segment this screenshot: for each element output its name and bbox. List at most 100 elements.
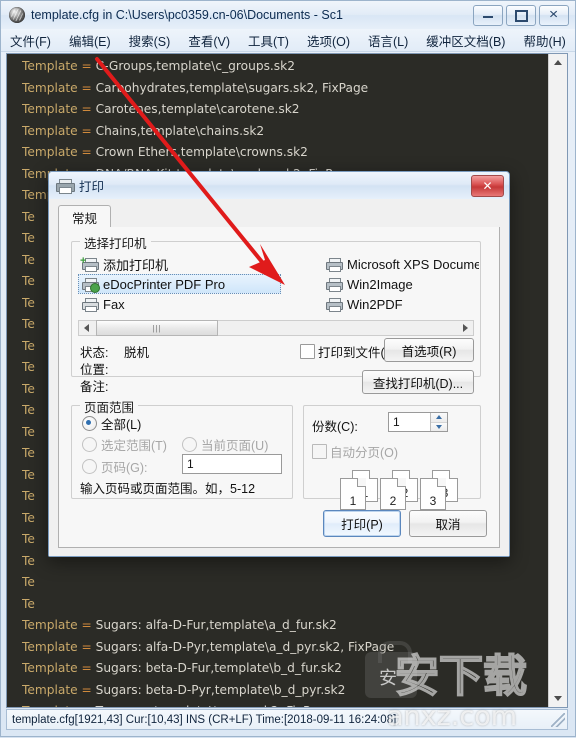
printer-item-edocprinter[interactable]: eDocPrinter PDF Pro: [78, 274, 281, 294]
pages-input[interactable]: 1: [182, 454, 282, 474]
tab-general[interactable]: 常规: [58, 205, 112, 229]
printer-item-label: Win2PDF: [347, 296, 403, 312]
menu-options[interactable]: 选项(O): [298, 29, 359, 52]
printer-icon: [325, 297, 343, 312]
collate-sheet: 2: [380, 478, 406, 510]
cancel-button[interactable]: 取消: [409, 510, 487, 537]
collate-page-pair-1: 1 1: [340, 470, 380, 510]
print-dialog-actions: 打印(P) 取消: [323, 510, 487, 537]
copies-decrement[interactable]: [431, 422, 447, 431]
status-bar: template.cfg[1921,43] Cur:[10,43] INS (C…: [6, 709, 568, 730]
collate-checkbox[interactable]: [312, 444, 327, 459]
collate-page-pair-2: 2 2: [380, 470, 420, 510]
status-text: template.cfg[1921,43] Cur:[10,43] INS (C…: [12, 713, 397, 726]
print-dialog-body: 常规 选择打印机 + 添加打印机 eDocPrinter PDF Pro Fax…: [49, 199, 509, 556]
menu-tools[interactable]: 工具(T): [239, 29, 298, 52]
menu-view[interactable]: 查看(V): [179, 29, 239, 52]
scrollbar-thumb[interactable]: |||: [96, 320, 218, 336]
editor-line: Template = Sugars: beta-D-Fur,template\b…: [22, 661, 342, 675]
radio-all[interactable]: [82, 416, 97, 431]
copies-group: 份数(C): 1 自动分页(O) 1 1: [303, 405, 481, 510]
preferences-button[interactable]: 首选项(R): [384, 338, 474, 362]
editor-vertical-scrollbar[interactable]: [548, 54, 567, 707]
printer-icon: [325, 257, 343, 272]
window-title: template.cfg in C:\Users\pc0359.cn-06\Do…: [31, 8, 343, 22]
main-window: template.cfg in C:\Users\pc0359.cn-06\Do…: [0, 0, 576, 737]
menu-edit[interactable]: 编辑(E): [60, 29, 120, 52]
app-icon: [9, 7, 25, 23]
print-dialog-tabstrip: 常规: [58, 205, 500, 229]
printer-list-left-column: + 添加打印机 eDocPrinter PDF Pro Fax: [78, 254, 282, 314]
page-range-hint: 输入页码或页面范围。如，5-12: [80, 482, 256, 496]
radio-selection[interactable]: [82, 437, 97, 452]
menu-help[interactable]: 帮助(H): [514, 29, 574, 52]
maximize-button[interactable]: [506, 5, 536, 26]
printer-item-xps[interactable]: Microsoft XPS Docume: [323, 254, 479, 274]
printer-comment-label: 备注:: [80, 380, 109, 394]
copies-stepper[interactable]: [430, 413, 447, 431]
collate-row[interactable]: 自动分页(O): [312, 442, 398, 461]
collate-page-pair-3: 3 3: [420, 470, 460, 510]
add-printer-icon: +: [80, 256, 99, 272]
print-button[interactable]: 打印(P): [323, 510, 401, 537]
copies-increment[interactable]: [431, 413, 447, 423]
scroll-down-button[interactable]: [549, 690, 567, 707]
scroll-right-button[interactable]: [458, 321, 473, 335]
tab-page-general: 选择打印机 + 添加打印机 eDocPrinter PDF Pro Fax Mi…: [58, 227, 500, 548]
print-to-file-row[interactable]: 打印到文件(F): [300, 342, 396, 361]
title-bar: template.cfg in C:\Users\pc0359.cn-06\Do…: [1, 1, 575, 30]
menu-file[interactable]: 文件(F): [1, 29, 60, 52]
printer-item-win2pdf[interactable]: Win2PDF: [323, 294, 479, 314]
menu-bar: 文件(F) 编辑(E) 搜索(S) 查看(V) 工具(T) 选项(O) 语言(L…: [1, 29, 575, 52]
menu-language[interactable]: 语言(L): [359, 29, 417, 52]
printer-ready-icon: [81, 277, 100, 293]
radio-pages-label: 页码(G):: [101, 461, 148, 475]
radio-current-page-row[interactable]: 当前页面(U): [182, 435, 268, 454]
editor-line: Template = Crown Ethers,template\crowns.…: [22, 145, 308, 159]
radio-all-row[interactable]: 全部(L): [82, 414, 141, 433]
resize-grip[interactable]: [551, 713, 565, 727]
collate-sheet: 3: [420, 478, 446, 510]
copies-label: 份数(C):: [312, 420, 358, 434]
printer-list[interactable]: + 添加打印机 eDocPrinter PDF Pro Fax Microsof…: [73, 254, 479, 316]
select-printer-label: 选择打印机: [80, 233, 151, 252]
scroll-left-button[interactable]: [79, 321, 94, 335]
scroll-up-button[interactable]: [549, 54, 567, 71]
print-to-file-checkbox[interactable]: [300, 344, 315, 359]
editor-line: Template = Sugars: alfa-D-Pyr,template\a…: [22, 639, 395, 654]
print-dialog-title: 打印: [79, 180, 105, 194]
collate-sheet: 1: [340, 478, 366, 510]
printer-item-label: eDocPrinter PDF Pro: [103, 276, 226, 292]
print-dialog-close-button[interactable]: ✕: [471, 175, 504, 197]
printer-status-value: 脱机: [124, 346, 150, 360]
printer-item-fax[interactable]: Fax: [79, 294, 282, 314]
radio-selection-label: 选定范围(T): [101, 439, 167, 453]
editor-gutter: [7, 54, 22, 707]
editor-line: Template = Chains,template\chains.sk2: [22, 123, 265, 138]
printer-list-right-column: Microsoft XPS Docume Win2Image Win2PDF: [323, 254, 479, 314]
copies-value: 1: [393, 415, 400, 429]
menu-buffer[interactable]: 缓冲区文档(B): [417, 29, 514, 52]
radio-pages-row[interactable]: 页码(G):: [82, 457, 148, 476]
printer-item-win2image[interactable]: Win2Image: [323, 274, 479, 294]
printer-item-label: 添加打印机: [103, 257, 169, 273]
printer-item-label: Microsoft XPS Docume: [347, 256, 479, 272]
menu-search[interactable]: 搜索(S): [120, 29, 180, 52]
printer-item-label: Fax: [103, 296, 125, 312]
radio-selection-row[interactable]: 选定范围(T): [82, 435, 167, 454]
editor-line: Template = Terpenes,template\terpen.sk2,…: [22, 701, 548, 707]
window-controls: ✕: [473, 5, 569, 26]
print-dialog-title-bar: 打印 ✕: [49, 172, 509, 200]
close-button[interactable]: ✕: [539, 5, 569, 26]
select-printer-group: 选择打印机 + 添加打印机 eDocPrinter PDF Pro Fax Mi…: [71, 233, 481, 394]
printer-list-horizontal-scrollbar[interactable]: |||: [78, 320, 474, 336]
copies-input[interactable]: 1: [388, 412, 448, 432]
radio-pages[interactable]: [82, 459, 97, 474]
printer-item-add[interactable]: + 添加打印机: [79, 254, 282, 274]
minimize-button[interactable]: [473, 5, 503, 26]
radio-current-page[interactable]: [182, 437, 197, 452]
editor-line: Template = Carbohydrates,template\sugars…: [22, 80, 369, 95]
radio-all-label: 全部(L): [101, 418, 142, 432]
find-printer-button[interactable]: 查找打印机(D)...: [362, 370, 474, 394]
editor-line: Template = C-Groups,template\c_groups.sk…: [22, 59, 295, 73]
